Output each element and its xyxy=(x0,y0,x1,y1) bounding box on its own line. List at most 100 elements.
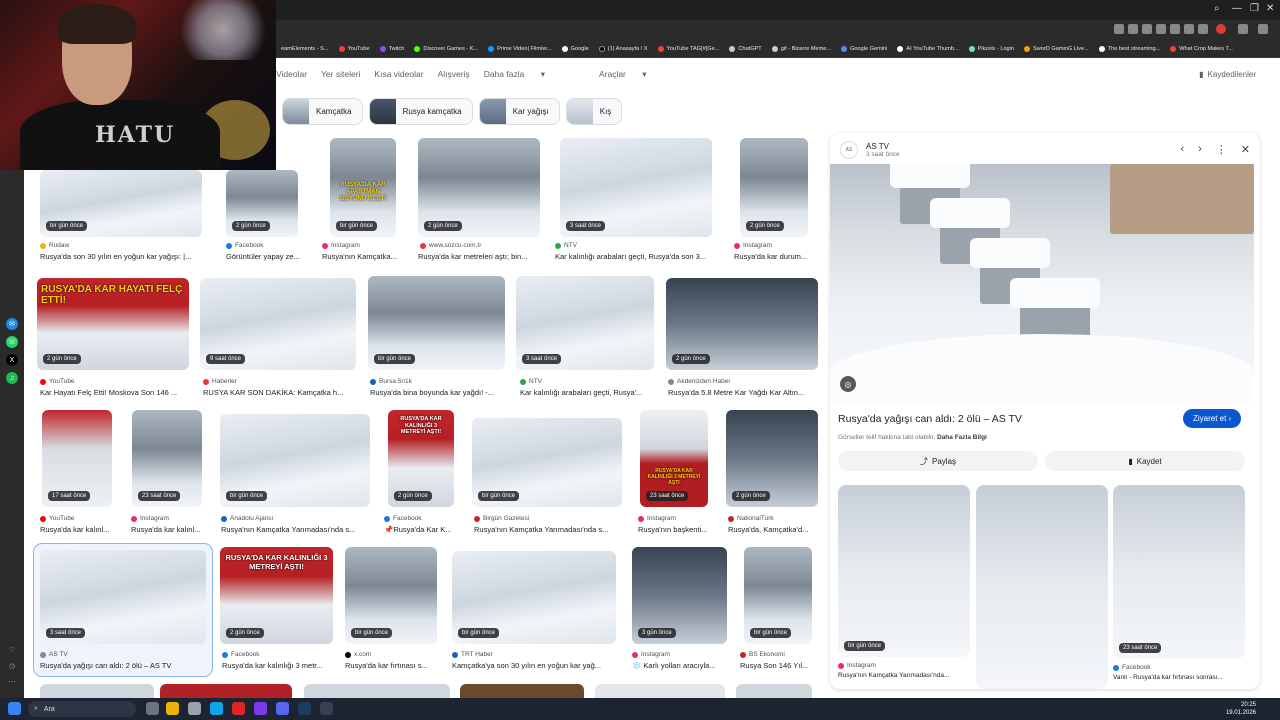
bookmark-item[interactable]: Twitch xyxy=(375,45,410,52)
discord-icon[interactable] xyxy=(276,702,289,715)
image-result[interactable]: bir gün önce xyxy=(368,276,505,370)
preview-image[interactable]: ◎ xyxy=(830,164,1254,402)
bookmark-item[interactable]: SworD GaminG Live... xyxy=(1019,45,1094,52)
result-caption[interactable]: Rusya'da kar kalınl... xyxy=(131,525,207,534)
image-result[interactable]: bir gün önce xyxy=(472,418,622,507)
more-options-icon[interactable]: ⋮ xyxy=(1216,143,1227,156)
ai-icon[interactable] xyxy=(1258,24,1268,34)
image-result[interactable]: RUSYA'DA KAR KALINLIĞI 3 METREYİ AŞTI 23 … xyxy=(640,410,708,507)
result-caption[interactable]: Rusya Son 146 Yıl... xyxy=(740,661,818,670)
bookmark-item[interactable]: Pikzels - Login xyxy=(964,45,1019,52)
result-caption[interactable]: Rusya'da kar fırtınası s... xyxy=(345,661,437,670)
tab-videos[interactable]: Videolar xyxy=(276,69,307,79)
restore-icon[interactable]: ❐ xyxy=(1250,3,1259,14)
result-caption[interactable]: 📌Rusya'da Kar K... xyxy=(384,525,460,534)
image-result[interactable]: 17 saat önce xyxy=(42,410,112,507)
related-caption[interactable]: Vanlı - Rusya'da kar fırtınası sonrası..… xyxy=(1113,674,1245,681)
chip-kis[interactable]: Kış xyxy=(565,98,623,125)
image-result[interactable]: 9 saat önce xyxy=(200,278,356,370)
extension-icon[interactable] xyxy=(1184,24,1194,34)
opera-icon[interactable] xyxy=(232,702,245,715)
history-icon[interactable]: ◷ xyxy=(6,660,18,672)
result-caption[interactable]: Kar kalınlığı arabaları geçti, Rusya'... xyxy=(520,388,654,397)
image-result[interactable]: 2 gün önce xyxy=(226,170,298,237)
file-explorer-icon[interactable] xyxy=(166,702,179,715)
image-result[interactable]: 3 gün önce xyxy=(632,547,727,644)
app-icon[interactable] xyxy=(254,702,267,715)
visit-button[interactable]: Ziyaret et › xyxy=(1183,409,1242,428)
image-result[interactable]: 3 saat önce xyxy=(560,138,712,237)
extension-icon[interactable] xyxy=(1156,24,1166,34)
tools-button[interactable]: Araçlar ▾ xyxy=(599,69,647,80)
taskbar-search[interactable]: ⌕ Ara xyxy=(28,701,136,717)
edge-icon[interactable] xyxy=(210,702,223,715)
result-caption[interactable]: Rusya'da kar metreleri aştı; bin... xyxy=(418,252,540,261)
image-result[interactable] xyxy=(304,684,450,698)
saved-link[interactable]: ▮ Kaydedilenler xyxy=(1199,70,1256,79)
bookmark-item[interactable]: ChatGPT xyxy=(724,45,766,52)
image-result[interactable]: RUSYA'DA KAR KALINLIĞI 3 METREYİ AŞTI! 2 … xyxy=(220,547,333,644)
image-result[interactable]: RUSYA'DA KAR HAYATI FELÇ ETTİ! 2 gün önce xyxy=(37,278,189,370)
extension-icon[interactable] xyxy=(1142,24,1152,34)
chip-kar-yagisi[interactable]: Kar yağışı xyxy=(478,98,560,125)
bookmark-item[interactable]: Prime Video| Filmler... xyxy=(483,45,557,52)
result-caption[interactable]: Rusya'da kar kalınl... xyxy=(40,525,116,534)
image-result[interactable] xyxy=(460,684,584,698)
result-caption[interactable]: Rusya'nın Kamçatka... xyxy=(322,252,406,261)
image-result[interactable]: bir gün önce xyxy=(345,547,437,644)
search-icon[interactable]: ⌕ xyxy=(1214,3,1220,14)
image-result[interactable] xyxy=(736,684,812,698)
messenger-icon[interactable]: ✉ xyxy=(6,318,18,330)
system-clock[interactable]: 20:25 19.01.2026 xyxy=(1226,701,1256,717)
image-result[interactable] xyxy=(595,684,725,698)
result-caption[interactable]: Rusya'nın başkenti... xyxy=(638,525,714,534)
image-result[interactable]: 2 gün önce xyxy=(726,410,818,507)
task-view-icon[interactable] xyxy=(146,702,159,715)
image-result[interactable]: 2 gün önce xyxy=(666,278,818,370)
result-caption[interactable]: Rusya'da bina boyunda kar yağdı! -... xyxy=(370,388,506,397)
image-result[interactable]: RUSYA'DA KAR APARTMAN BOYUNU GEÇTİ bir gü… xyxy=(330,138,396,237)
lens-icon[interactable]: ◎ xyxy=(840,376,856,392)
profile-avatar[interactable] xyxy=(1216,24,1226,34)
bookmark-item[interactable]: The best streaming... xyxy=(1094,45,1166,52)
result-caption[interactable]: Görüntüler yapay ze... xyxy=(226,252,306,261)
image-result[interactable] xyxy=(160,684,292,698)
image-result[interactable]: 3 saat önce xyxy=(516,276,654,370)
previous-icon[interactable]: ‹ xyxy=(1180,143,1184,156)
image-result[interactable]: RUSYA'DA KAR KALINLIĞI 3 METREYİ AŞTI! 2 … xyxy=(388,410,454,507)
next-icon[interactable]: › xyxy=(1198,143,1202,156)
bookmark-item[interactable]: Google xyxy=(557,45,594,52)
bookmark-item[interactable]: AI YouTube Thumb... xyxy=(892,45,963,52)
whatsapp-icon[interactable]: ☏ xyxy=(6,336,18,348)
chip-kamcatka[interactable]: Kamçatka xyxy=(282,98,363,125)
bookmark-item[interactable]: Google Gemini xyxy=(836,45,892,52)
minimize-icon[interactable]: — xyxy=(1232,3,1242,14)
image-result[interactable]: bir gün önce xyxy=(40,170,202,237)
extension-icon[interactable] xyxy=(1238,24,1248,34)
bookmark-item[interactable]: YouTube xyxy=(334,45,375,52)
extension-icon[interactable] xyxy=(1114,24,1124,34)
related-image[interactable]: bir gün önce xyxy=(838,485,970,657)
result-caption[interactable]: Rusya'da kar kalınlığı 3 metr... xyxy=(222,661,334,670)
more-icon[interactable]: ⋯ xyxy=(6,676,18,688)
spotify-icon[interactable]: ♫ xyxy=(6,372,18,384)
save-button[interactable]: ▮ Kaydet xyxy=(1045,451,1245,471)
close-icon[interactable]: ✕ xyxy=(1266,3,1274,14)
result-caption[interactable]: Rusya'da kar durum... xyxy=(734,252,814,261)
heart-icon[interactable]: ♡ xyxy=(6,644,18,656)
result-caption[interactable]: RUSYA KAR SON DAKİKA: Kamçatka h... xyxy=(203,388,353,397)
image-result[interactable]: bir gün önce xyxy=(744,547,812,644)
more-info-link[interactable]: Daha Fazla Bilgi xyxy=(937,434,987,441)
result-caption[interactable]: Kar Hayatı Felç Etti! Moskova Son 146 ..… xyxy=(40,388,190,397)
result-caption[interactable]: Kamçatka'ya son 30 yılın en yoğun kar ya… xyxy=(452,661,616,670)
related-caption[interactable]: Rusya'nın Kamçatka Yarımadası'nda... xyxy=(838,672,970,679)
bookmark-item[interactable]: Discover Games - K... xyxy=(409,45,483,52)
bookmark-item[interactable]: (1) Anasayfa / X xyxy=(594,45,653,52)
tab-more[interactable]: Daha fazla ▾ xyxy=(484,69,545,80)
result-caption[interactable]: Rusya'nın Kamçatka Yarımadası'nda s... xyxy=(221,525,367,534)
image-result[interactable]: bir gün önce xyxy=(452,551,616,644)
preview-source[interactable]: AS AS TV 3 saat önce xyxy=(840,141,900,159)
bookmark-item[interactable]: gif - Bizarre Meme... xyxy=(767,45,836,52)
heart-icon[interactable] xyxy=(1170,24,1180,34)
extension-icon[interactable] xyxy=(1198,24,1208,34)
